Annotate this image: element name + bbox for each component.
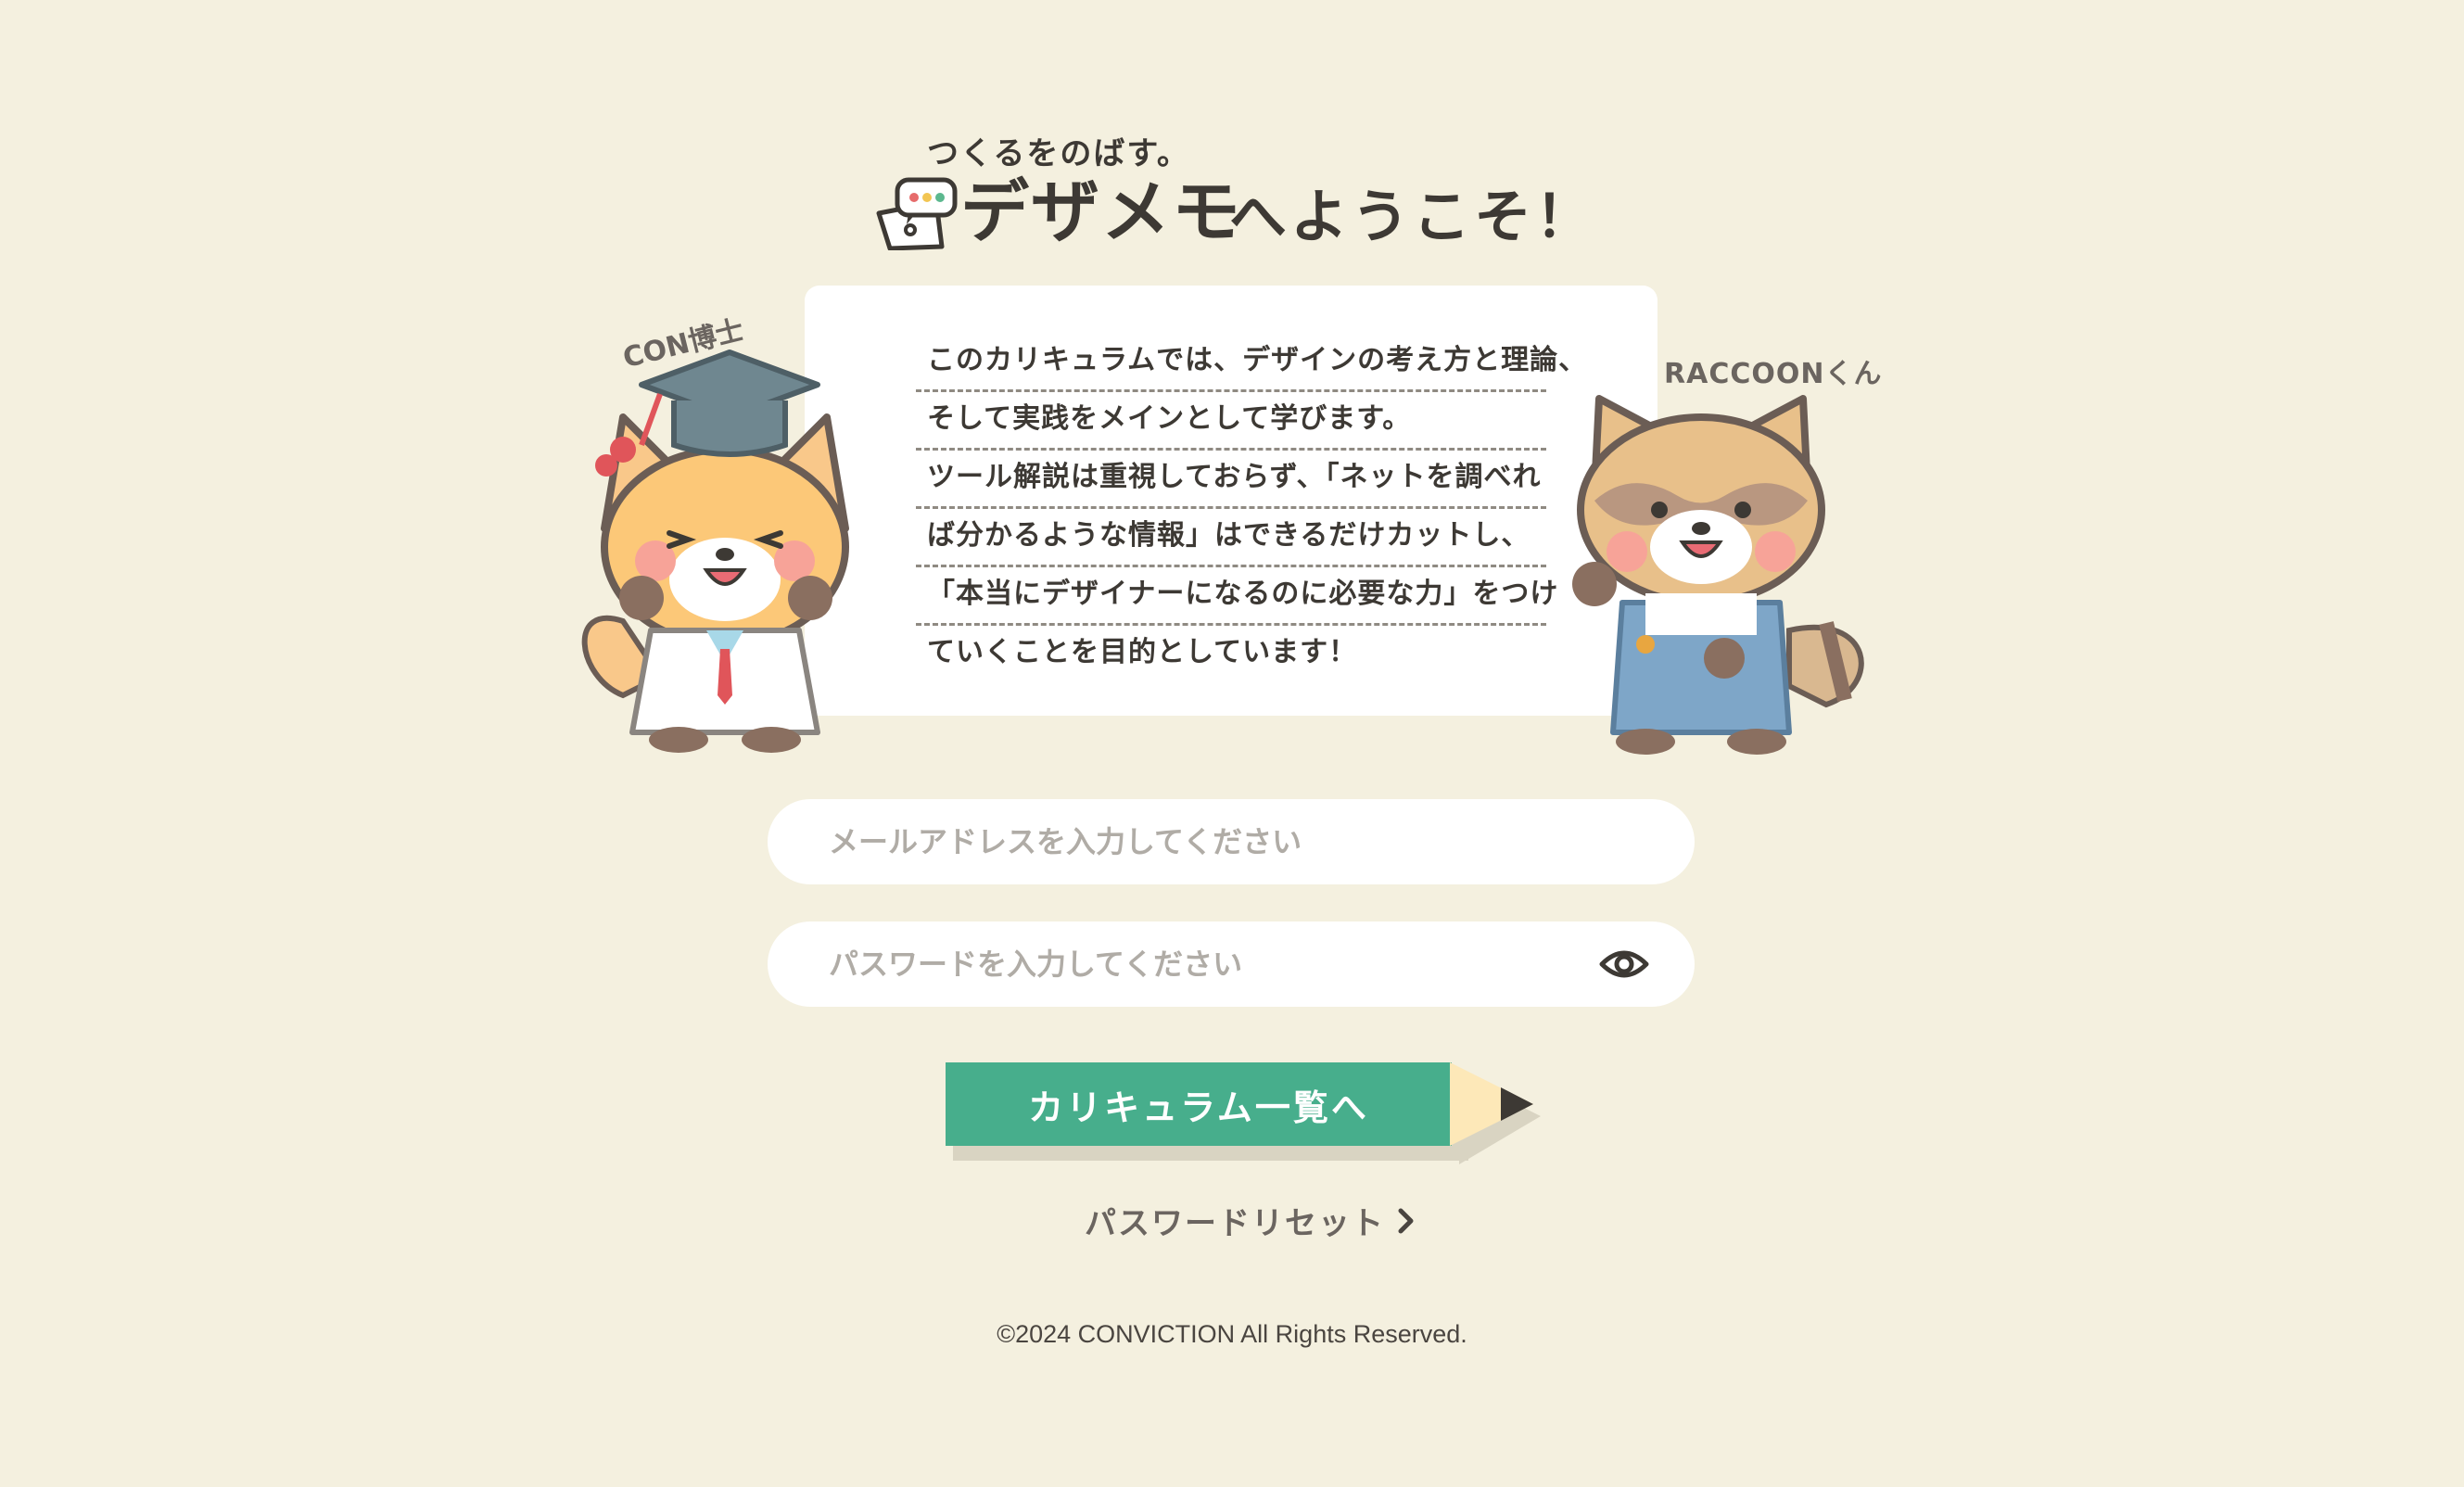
footer-copyright: ©2024 CONVICTION All Rights Reserved.	[997, 1320, 1467, 1348]
intro-line: ていくことを目的としています！	[927, 636, 1358, 668]
password-field[interactable]	[768, 921, 1695, 1007]
email-field[interactable]	[768, 799, 1695, 884]
memo-chat-icon	[876, 177, 958, 250]
password-reset-link[interactable]: パスワードリセット	[1085, 1198, 1416, 1243]
intro-line: ば分かるような情報」はできるだけカットし、	[916, 507, 1546, 567]
password-input[interactable]	[827, 946, 1635, 983]
eye-icon[interactable]	[1598, 942, 1650, 986]
intro-line: ツール解説は重視しておらず、「ネットを調べれ	[916, 449, 1546, 509]
logo-tagline: つくるをのばす。	[927, 135, 1190, 172]
fox-professor-illustration	[581, 350, 849, 753]
logo-brand: デザメモ	[960, 172, 1242, 252]
submit-button-label: カリキュラム一覧へ	[946, 1062, 1452, 1146]
email-input[interactable]	[827, 823, 1635, 860]
pencil-tip-icon	[1450, 1062, 1541, 1164]
raccoon-illustration	[1572, 395, 1864, 755]
intro-card: このカリキュラムでは、デザインの考え方と理論、 そして実践をメインとして学びます…	[805, 286, 1657, 716]
chevron-right-icon	[1398, 1208, 1414, 1233]
password-reset-label: パスワードリセット	[1085, 1205, 1385, 1242]
intro-line: このカリキュラムでは、デザインの考え方と理論、	[916, 332, 1586, 392]
logo-welcome: へようこそ！	[1229, 183, 1597, 250]
intro-line: そして実践をメインとして学びます。	[916, 390, 1546, 451]
intro-line: 「本当にデザイナーになるのに必要な力」をつけ	[916, 566, 1557, 626]
submit-button[interactable]: カリキュラム一覧へ	[946, 1062, 1541, 1166]
